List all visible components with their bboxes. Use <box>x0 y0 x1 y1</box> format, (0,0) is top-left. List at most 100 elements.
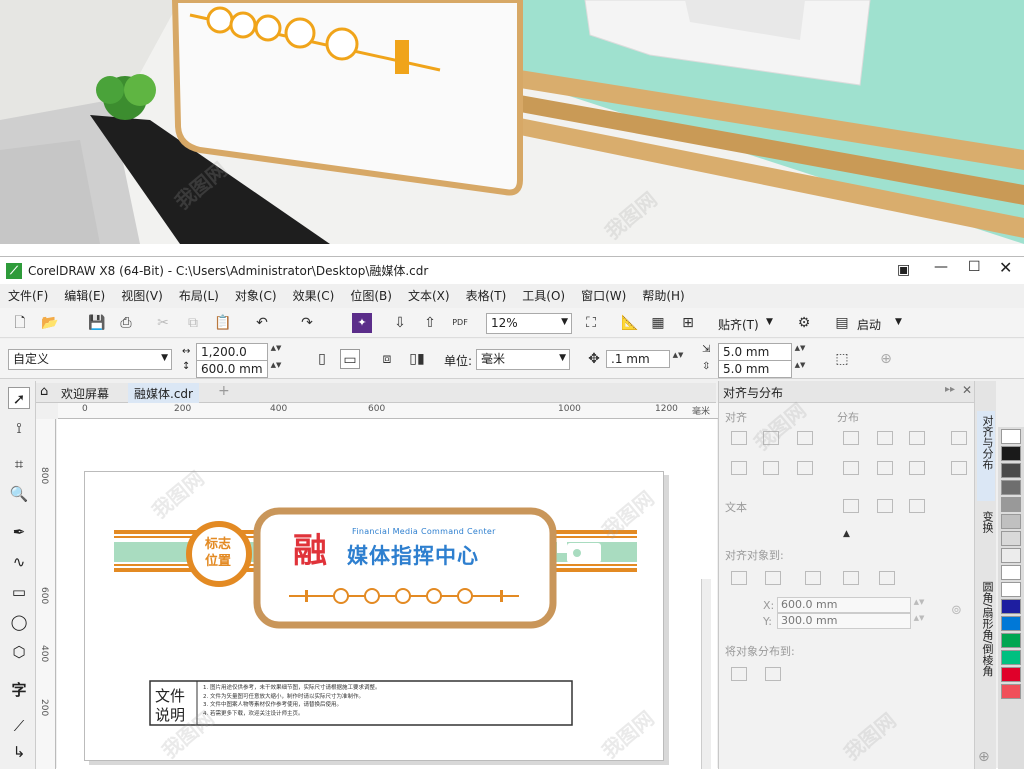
export-icon[interactable]: ⇧ <box>420 313 440 333</box>
side-tab-fillet[interactable]: 圆角/扇形角/倒棱角 <box>977 581 995 701</box>
pen-tool-icon[interactable]: ✒ <box>8 521 30 543</box>
color-swatch[interactable] <box>1001 446 1021 461</box>
add-tab-button[interactable]: + <box>218 383 230 399</box>
artistic-media-icon[interactable]: ∿ <box>8 551 30 573</box>
import-icon[interactable]: ⇩ <box>390 313 410 333</box>
close-button[interactable]: ✕ <box>999 258 1012 277</box>
minimize-button[interactable]: — <box>934 259 948 275</box>
color-swatch[interactable] <box>1001 633 1021 648</box>
user-icon[interactable]: ▣ <box>897 262 910 278</box>
ellipse-tool-icon[interactable]: ◯ <box>8 611 30 633</box>
all-pages-icon[interactable]: ⧈ <box>377 349 397 369</box>
page-size-select[interactable]: 自定义 ▼ <box>8 349 172 370</box>
redo-icon[interactable]: ↷ <box>297 313 317 333</box>
color-swatch[interactable] <box>1001 582 1021 597</box>
menu-object[interactable]: 对象(C) <box>235 287 277 304</box>
shape-tool-icon[interactable]: ⟟ <box>8 417 30 439</box>
show-guidelines-icon[interactable]: ⊞ <box>678 313 698 333</box>
specified-point-icon[interactable] <box>879 571 895 585</box>
copy-icon[interactable]: ⧉ <box>183 313 203 333</box>
color-swatch[interactable] <box>1001 531 1021 546</box>
collapse-docker-icon[interactable]: ▸▸ <box>945 384 955 395</box>
pick-tool-icon[interactable]: ➚ <box>8 387 30 409</box>
application-launcher-icon[interactable]: ▤ <box>832 313 852 333</box>
spinner-icon[interactable]: ▲▼ <box>672 351 684 367</box>
paste-icon[interactable]: 📋 <box>213 313 233 333</box>
color-swatch[interactable] <box>1001 480 1021 495</box>
color-swatch[interactable] <box>1001 599 1021 614</box>
tab-welcome[interactable]: 欢迎屏幕 <box>61 385 109 402</box>
distribute-center-icon[interactable] <box>877 431 893 445</box>
align-top-icon[interactable] <box>731 461 747 475</box>
menu-layout[interactable]: 布局(L) <box>179 287 219 304</box>
side-tab-align[interactable]: 对齐与分布 <box>977 411 995 501</box>
options-gear-icon[interactable]: ⚙ <box>794 313 814 333</box>
search-content-icon[interactable]: ✦ <box>352 313 372 333</box>
undo-icon[interactable]: ↶ <box>252 313 272 333</box>
landscape-icon[interactable]: ▭ <box>340 349 360 369</box>
add-icon[interactable]: ⊕ <box>876 349 896 369</box>
page-height-field[interactable]: 600.0 mm <box>196 360 268 378</box>
cut-icon[interactable]: ✂ <box>153 313 173 333</box>
print-icon[interactable]: ⎙ <box>116 313 136 333</box>
launch-dropdown[interactable]: 启动 <box>857 316 881 333</box>
tab-document[interactable]: 融媒体.cdr <box>128 383 199 403</box>
zoom-tool-icon[interactable]: 🔍 <box>8 483 30 505</box>
menu-edit[interactable]: 编辑(E) <box>64 287 105 304</box>
active-object-icon[interactable] <box>731 571 747 585</box>
polygon-tool-icon[interactable]: ⬡ <box>8 641 30 663</box>
distribute-middle-icon[interactable] <box>877 461 893 475</box>
color-swatch[interactable] <box>1001 497 1021 512</box>
menu-table[interactable]: 表格(T) <box>466 287 507 304</box>
align-center-horizontal-icon[interactable] <box>763 431 779 445</box>
portrait-icon[interactable]: ▯ <box>312 349 332 369</box>
distribute-left-icon[interactable] <box>843 431 859 445</box>
spinner-icon[interactable]: ▲▼ <box>270 344 282 360</box>
menu-bitmaps[interactable]: 位图(B) <box>350 287 392 304</box>
vertical-scrollbar[interactable] <box>701 579 711 769</box>
grid-icon[interactable] <box>843 571 859 585</box>
color-swatch[interactable] <box>1001 565 1021 580</box>
color-swatch[interactable] <box>1001 667 1021 682</box>
chevron-down-icon[interactable]: ▼ <box>559 350 566 367</box>
text-tool-icon[interactable]: 字 <box>8 679 30 701</box>
new-document-icon[interactable]: 🗋 <box>10 313 30 333</box>
menu-window[interactable]: 窗口(W) <box>581 287 626 304</box>
menu-effects[interactable]: 效果(C) <box>293 287 335 304</box>
close-docker-icon[interactable]: ✕ <box>962 383 972 397</box>
spinner-icon[interactable]: ▲▼ <box>270 361 282 377</box>
distribute-page-icon[interactable] <box>765 667 781 681</box>
align-y-field[interactable]: 300.0 mm <box>777 613 911 629</box>
spinner-icon[interactable]: ▲▼ <box>913 598 925 614</box>
text-bounding-box-icon[interactable] <box>909 499 925 513</box>
parallel-dimension-icon[interactable]: ⟋ <box>8 715 30 737</box>
duplicate-x-field[interactable]: 5.0 mm <box>718 343 792 361</box>
menu-help[interactable]: 帮助(H) <box>642 287 684 304</box>
spinner-icon[interactable]: ▲▼ <box>794 344 806 360</box>
snap-to-dropdown[interactable]: 贴齐(T) <box>718 316 759 333</box>
align-right-icon[interactable] <box>797 431 813 445</box>
units-select[interactable]: 毫米 ▼ <box>476 349 570 370</box>
page-border-icon[interactable]: ⬚ <box>832 349 852 369</box>
full-screen-icon[interactable]: ⛶ <box>581 313 601 333</box>
show-grid-icon[interactable]: ▦ <box>648 313 668 333</box>
color-swatch[interactable] <box>1001 616 1021 631</box>
connector-tool-icon[interactable]: ↳ <box>8 741 30 763</box>
page-center-icon[interactable] <box>805 571 821 585</box>
nudge-distance-field[interactable]: .1 mm <box>606 350 670 368</box>
target-icon[interactable]: ⊚ <box>951 603 962 618</box>
color-swatch[interactable] <box>1001 463 1021 478</box>
current-page-icon[interactable]: ▯▮ <box>407 349 427 369</box>
open-folder-icon[interactable]: 📂 <box>40 313 60 333</box>
chevron-down-icon[interactable]: ▼ <box>895 317 902 327</box>
chevron-down-icon[interactable]: ▼ <box>161 350 168 367</box>
home-icon[interactable]: ⌂ <box>40 384 48 399</box>
menu-file[interactable]: 文件(F) <box>8 287 48 304</box>
text-first-line-icon[interactable] <box>843 499 859 513</box>
color-swatch[interactable] <box>1001 429 1021 444</box>
color-swatch[interactable] <box>1001 548 1021 563</box>
duplicate-y-field[interactable]: 5.0 mm <box>718 360 792 378</box>
publish-pdf-icon[interactable]: PDF <box>450 313 470 333</box>
distribute-bottom-icon[interactable] <box>951 461 967 475</box>
save-icon[interactable]: 💾 <box>87 313 107 333</box>
